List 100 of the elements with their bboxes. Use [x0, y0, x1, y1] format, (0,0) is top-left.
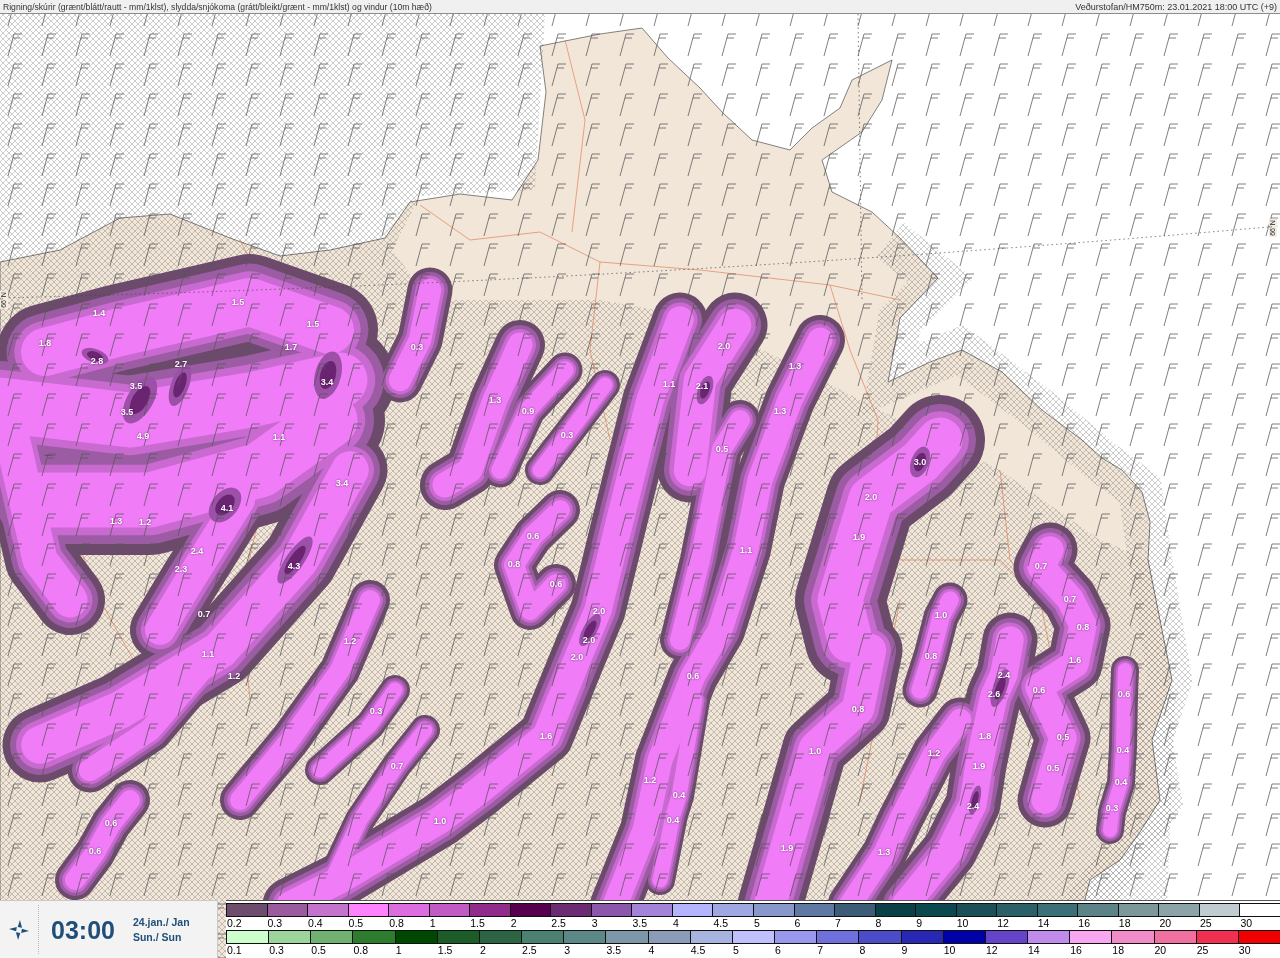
precipitation-value: 2.4 [997, 670, 1011, 680]
legend-value: 0.1 [226, 944, 242, 957]
legend-value: 9 [915, 917, 922, 930]
precipitation-value: 0.6 [88, 846, 102, 856]
precipitation-value: 2.0 [570, 652, 584, 662]
legend-value: 30 [1239, 917, 1253, 930]
precipitation-value: 1.3 [773, 406, 787, 416]
precipitation-value: 0.6 [686, 671, 700, 681]
precipitation-value: 1.2 [227, 671, 241, 681]
precipitation-value: 1.1 [739, 545, 753, 555]
legend-value: 0.5 [310, 944, 326, 957]
legend-value: 1 [428, 917, 436, 930]
precipitation-value: 0.4 [666, 815, 680, 825]
precipitation-value: 0.3 [369, 706, 383, 716]
precipitation-value: 2.0 [582, 635, 596, 645]
precipitation-value: 1.0 [433, 816, 447, 826]
precipitation-value: 4.3 [287, 561, 301, 571]
legend-value: 7 [834, 917, 841, 930]
precipitation-value: 1.2 [343, 636, 357, 646]
precipitation-value: 0.3 [560, 430, 574, 440]
precipitation-value: 1.3 [788, 361, 802, 371]
precipitation-value: 2.0 [864, 492, 878, 502]
precipitation-value: 0.4 [672, 790, 686, 800]
precipitation-value: 0.5 [1056, 732, 1070, 742]
precipitation-value: 1.9 [972, 761, 986, 771]
legend-value: 2.5 [550, 917, 566, 930]
precipitation-value: 1.2 [138, 517, 152, 527]
legend-value: 10 [955, 917, 969, 930]
legend-value: 12 [996, 917, 1009, 930]
legend-value: 10 [942, 944, 956, 957]
legend-value: 6 [774, 944, 781, 957]
precipitation-value: 1.2 [643, 775, 657, 785]
legend-value: 14 [1036, 917, 1050, 930]
legend-value: 3.5 [605, 944, 622, 957]
precipitation-value: 3.4 [335, 478, 349, 488]
model-run-info: Veðurstofan/HM750m: 23.01.2021 18:00 UTC (+9) [1075, 0, 1277, 13]
legend-value: 4 [671, 917, 679, 930]
precipitation-value: 3.4 [320, 377, 334, 387]
legend-value: 1.5 [436, 944, 453, 957]
precipitation-value: 1.3 [488, 395, 502, 405]
legend-value: 0.3 [268, 944, 284, 957]
precipitation-value: 0.5 [1046, 763, 1060, 773]
precipitation-value: 1.3 [109, 516, 123, 526]
legend-value: 9 [900, 944, 908, 957]
legend-value: 14 [1027, 944, 1040, 957]
legend-value: 4 [647, 944, 655, 957]
precipitation-value: 1.7 [284, 342, 298, 352]
legend-value: 3.5 [631, 917, 647, 930]
precipitation-value: 2.0 [592, 606, 606, 616]
forecast-date: 24.jan./ Jan [132, 916, 190, 928]
precipitation-value: 0.6 [1117, 689, 1131, 699]
precipitation-value: 4.1 [220, 503, 234, 513]
precipitation-value: 1.8 [978, 731, 992, 741]
precipitation-value: 1.1 [201, 649, 215, 659]
precipitation-value: 4.9 [136, 431, 150, 441]
precipitation-value: 1.5 [231, 297, 245, 307]
precipitation-value: 2.7 [174, 359, 188, 369]
precipitation-value: 0.7 [197, 609, 211, 619]
precipitation-value: 2.1 [695, 381, 709, 391]
forecast-weekday: Sun./ Sun [132, 931, 183, 943]
precipitation-value: 2.4 [190, 546, 204, 556]
precipitation-value: 0.5 [715, 444, 729, 454]
precipitation-value: 1.2 [927, 748, 941, 758]
legend-value: 12 [984, 944, 998, 957]
legend-value: 2 [478, 944, 486, 957]
legend-value: 18 [1117, 917, 1131, 930]
precipitation-value: 0.7 [1034, 561, 1048, 571]
legend-value: 0.8 [388, 917, 404, 930]
legend-value: 20 [1158, 917, 1172, 930]
precipitation-value: 0.8 [1076, 622, 1090, 632]
legend-value: 1 [394, 944, 402, 957]
precipitation-value: 1.1 [662, 379, 676, 389]
precipitation-value: 0.3 [410, 342, 424, 352]
precipitation-value: 0.6 [1032, 685, 1046, 695]
precipitation-value: 1.6 [539, 731, 553, 741]
legend-value: 2 [509, 917, 517, 930]
legend-value: 0.2 [226, 917, 242, 930]
precipitation-value: 0.6 [104, 818, 118, 828]
legend-value: 0.4 [307, 917, 323, 930]
precipitation-value: 0.8 [851, 704, 865, 714]
legend-value: 5 [753, 917, 760, 930]
precipitation-value: 0.8 [924, 651, 938, 661]
four-arrows-icon [9, 919, 29, 940]
precipitation-value: 3.5 [120, 407, 134, 417]
legend-value: 8 [874, 917, 882, 930]
legend-value: 3 [590, 917, 598, 930]
legend-value: 6 [793, 917, 801, 930]
precipitation-value: 1.0 [808, 746, 822, 756]
precipitation-value: 1.5 [306, 319, 320, 329]
legend-value: 18 [1111, 944, 1125, 957]
legend-value: 20 [1153, 944, 1167, 957]
legend-value: 5 [731, 944, 739, 957]
precipitation-value: 2.3 [174, 564, 188, 574]
precipitation-value: 0.4 [1116, 745, 1130, 755]
map-title: Rigning/skúrir (grænt/blátt/rautt - mm/1klst), slydda/snjókoma (grátt/bleikt/grænt - mm/1klst) og vindur (10m hæð) [3, 0, 432, 13]
legend-value: 30 [1237, 944, 1251, 957]
precipitation-value: 0.6 [526, 531, 540, 541]
legend-value: 0.5 [347, 917, 364, 930]
precipitation-value: 1.3 [877, 847, 891, 857]
precipitation-value: 1.9 [852, 532, 866, 542]
